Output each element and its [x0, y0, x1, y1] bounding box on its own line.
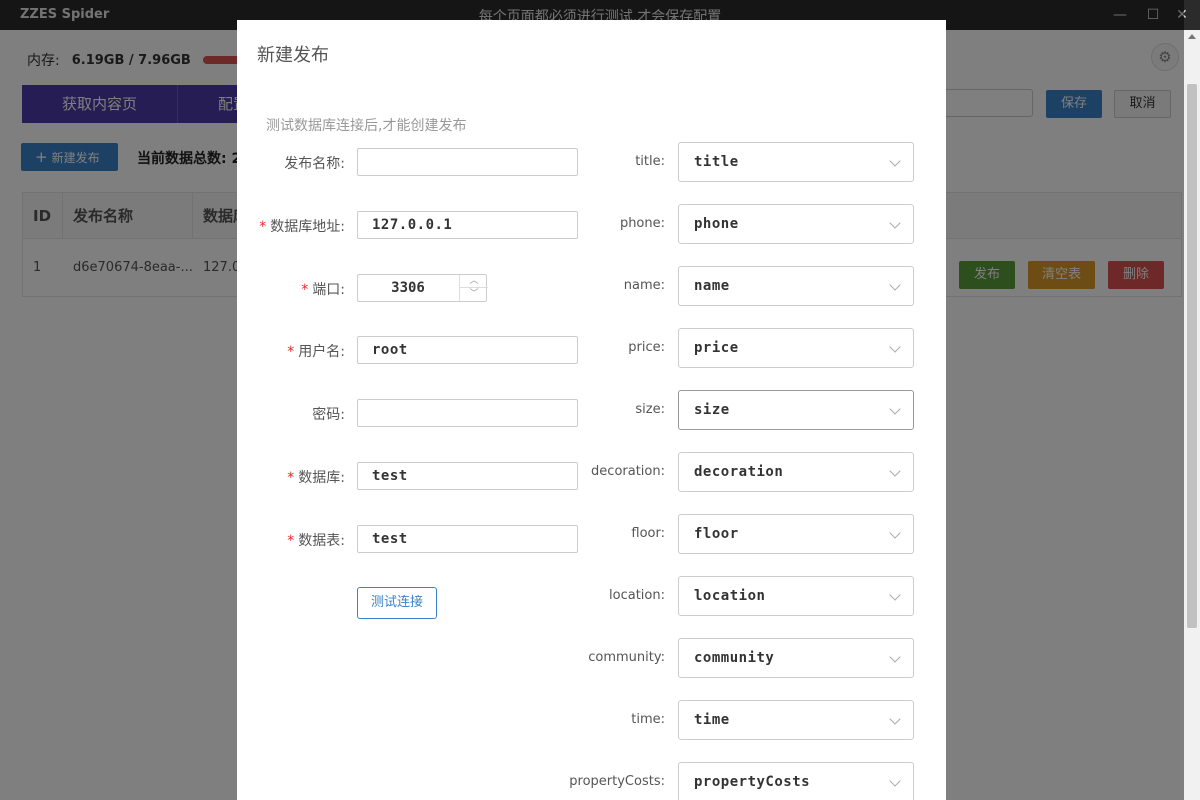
mapping-select-floor[interactable]: floor — [678, 514, 914, 554]
database-label: * 数据库: — [287, 470, 345, 486]
selected-value: propertyCosts — [694, 774, 811, 790]
db-host-label: * 数据库地址: — [259, 219, 345, 235]
mapping-select-community[interactable]: community — [678, 638, 914, 678]
port-value[interactable]: 3306 — [358, 275, 458, 301]
mapping-select-title[interactable]: title — [678, 142, 914, 182]
selected-value: community — [694, 650, 775, 666]
mapping-label-size: size: — [635, 402, 665, 417]
chevron-down-icon — [889, 527, 901, 539]
selected-value: decoration — [694, 464, 784, 480]
selected-value: name — [694, 278, 730, 294]
chevron-down-icon — [889, 341, 901, 353]
chevron-down-icon — [889, 713, 901, 725]
required-mark: * — [287, 533, 295, 549]
port-stepper[interactable]: 3306 ︿ ﹀ — [357, 274, 488, 302]
username-label: * 用户名: — [287, 344, 345, 360]
mapping-label-price: price: — [628, 340, 665, 355]
mapping-label-name: name: — [623, 278, 665, 293]
chevron-down-icon — [889, 403, 901, 415]
selected-value: floor — [694, 526, 739, 542]
publish-name-label: 发布名称: — [284, 156, 345, 172]
test-connection-button[interactable]: 测试连接 — [357, 587, 437, 619]
mapping-select-location[interactable]: location — [678, 576, 914, 616]
port-label: * 端口: — [301, 282, 345, 298]
stepper-handler: ︿ ﹀ — [459, 275, 488, 301]
mapping-select-phone[interactable]: phone — [678, 204, 914, 244]
chevron-down-icon — [889, 279, 901, 291]
mapping-label-time: time: — [631, 712, 665, 727]
selected-value: location — [694, 588, 766, 604]
mapping-label-title: title: — [635, 154, 665, 169]
mapping-select-propertycosts[interactable]: propertyCosts — [678, 762, 914, 800]
required-mark: * — [287, 344, 295, 360]
chevron-down-icon — [889, 775, 901, 787]
mapping-label-decoration: decoration: — [591, 464, 665, 479]
table-name-label: * 数据表: — [287, 533, 345, 549]
required-mark: * — [259, 219, 267, 235]
chevron-down-icon — [889, 217, 901, 229]
required-mark: * — [301, 282, 309, 298]
selected-value: phone — [694, 216, 739, 232]
new-publish-dialog: 新建发布 测试数据库连接后,才能创建发布 发布名称: * 数据库地址: 127.0… — [237, 20, 946, 800]
mapping-select-price[interactable]: price — [678, 328, 914, 368]
page-scrollbar[interactable] — [1184, 30, 1200, 800]
dialog-hint: 测试数据库连接后,才能创建发布 — [266, 118, 467, 134]
password-label: 密码: — [312, 407, 345, 423]
selected-value: time — [694, 712, 730, 728]
scroll-up-icon[interactable] — [1188, 34, 1196, 39]
chevron-up-icon[interactable]: ︿ — [460, 275, 488, 288]
selected-value: size — [694, 402, 730, 418]
mapping-label-location: location: — [609, 588, 665, 603]
chevron-down-icon[interactable]: ﹀ — [460, 288, 488, 301]
selected-value: title — [694, 154, 739, 170]
required-mark: * — [287, 470, 295, 486]
selected-value: price — [694, 340, 739, 356]
mapping-select-size[interactable]: size — [678, 390, 914, 430]
mapping-label-floor: floor: — [631, 526, 665, 541]
chevron-down-icon — [889, 589, 901, 601]
mapping-select-name[interactable]: name — [678, 266, 914, 306]
chevron-down-icon — [889, 155, 901, 167]
dialog-title: 新建发布 — [257, 45, 329, 66]
mapping-select-time[interactable]: time — [678, 700, 914, 740]
mapping-label-propertycosts: propertyCosts: — [569, 774, 665, 789]
chevron-down-icon — [889, 465, 901, 477]
scrollbar-thumb[interactable] — [1187, 84, 1197, 628]
mapping-label-phone: phone: — [619, 216, 665, 231]
mapping-label-community: community: — [588, 650, 665, 665]
mapping-select-decoration[interactable]: decoration — [678, 452, 914, 492]
chevron-down-icon — [889, 651, 901, 663]
